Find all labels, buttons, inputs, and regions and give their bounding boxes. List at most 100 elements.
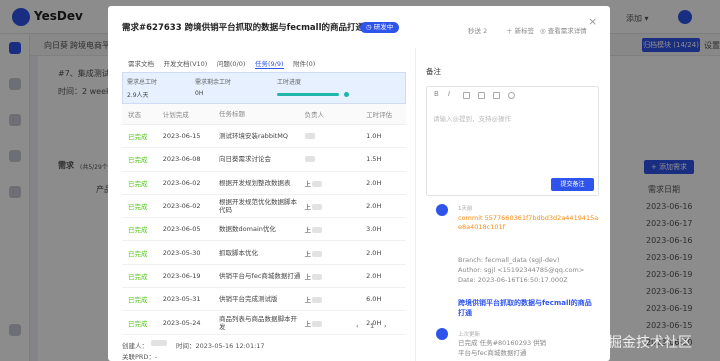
task-rows: 已完成 2023-06-15 测试环境安装rabbitMQ 1.0H 已完成 2023-0… xyxy=(122,124,406,335)
col-title: 任务标题 xyxy=(218,104,304,125)
task-hours: 2.0H xyxy=(365,240,406,265)
task-title[interactable]: 供销平台完成测试版 xyxy=(218,287,304,312)
bold-icon[interactable]: B xyxy=(434,90,441,98)
commit-branch: Branch: fecmall_data (sgjl-dev) xyxy=(458,256,560,264)
image-icon[interactable] xyxy=(493,92,500,99)
tab-dev-doc[interactable]: 开发文档(V10) xyxy=(164,58,208,68)
task-hours: 2.0H xyxy=(365,264,406,289)
task-title[interactable]: 数据数domain优化 xyxy=(218,217,304,242)
tab-attachments[interactable]: 附件(0) xyxy=(293,58,315,68)
task-status-text: 已完成 xyxy=(128,272,148,281)
task-plan-date-text: 2023-06-08 xyxy=(162,155,201,164)
prev-page-icon[interactable]: ‹ xyxy=(356,322,359,330)
task-owner-text: 上 xyxy=(304,272,311,281)
creator-avatar xyxy=(151,340,167,346)
quote-icon[interactable] xyxy=(478,92,485,99)
watermark: @稀土掘金技术社区 xyxy=(566,335,692,351)
task-hours-text: 6.0H xyxy=(366,295,382,304)
task-status: 已完成 xyxy=(122,194,162,219)
table-row[interactable]: 已完成 2023-05-30 抓取脚本优化 上 2.0H xyxy=(122,240,406,265)
task-title-text: 商品列表与商品数据脚本开发 xyxy=(219,314,298,331)
hours-summary: 需求总工时 2.9人天 需求剩余工时 0H 工时进度 xyxy=(122,72,406,104)
task-hours: 1.5H xyxy=(365,147,406,172)
detail-link[interactable]: ◎ 查看需求详情 xyxy=(540,25,587,35)
task-owner: 上 xyxy=(303,287,366,312)
task-plan-date: 2023-05-30 xyxy=(161,240,219,265)
table-row[interactable]: 已完成 2023-06-08 向日葵需求讨论会 1.5H xyxy=(122,147,406,172)
progress-bar xyxy=(277,93,339,96)
tab-tasks[interactable]: 任务(9/9) xyxy=(254,58,284,69)
status-badge[interactable]: ◷ 研发中 xyxy=(360,22,400,33)
task-table: 状态 计划完成 任务标题 负责人 工时评估 已完成 2023-06-15 测试环境安… xyxy=(122,104,406,335)
task-plan-date: 2023-06-15 xyxy=(161,124,219,149)
table-row[interactable]: 已完成 2023-06-15 测试环境安装rabbitMQ 1.0H xyxy=(122,124,406,149)
progress-label: 工时进度 xyxy=(277,79,302,86)
task-title[interactable]: 根据开发规范优化数据脚本代码 xyxy=(218,194,304,219)
task-plan-date-text: 2023-06-19 xyxy=(162,271,201,280)
task-hours-text: 1.0H xyxy=(366,132,382,141)
task-title[interactable]: 根据开发规划整改数据表 xyxy=(218,171,304,195)
tab-req-doc[interactable]: 需求文档 xyxy=(128,58,154,68)
task-plan-date-text: 2023-06-02 xyxy=(162,178,201,187)
task-status-text: 已完成 xyxy=(128,296,148,305)
task-title-text: 测试环境安装rabbitMQ xyxy=(219,132,289,141)
task-status: 已完成 xyxy=(122,171,162,195)
activity-text-2a: 已完成 任务#80160293 供销 xyxy=(458,339,547,347)
task-title[interactable]: 向日葵需求讨论会 xyxy=(218,147,304,172)
task-title[interactable]: 商品列表与商品数据脚本开发 xyxy=(218,310,304,335)
italic-icon[interactable]: I xyxy=(448,90,455,98)
task-hours-text: 2.0H xyxy=(366,248,382,257)
submit-note-button[interactable]: 提交备注 xyxy=(551,178,594,191)
requirement-link[interactable]: 跨境供销平台抓取的数据与fecmall的商品打通 xyxy=(458,298,598,318)
new-tag-label: 新标签 xyxy=(514,27,535,35)
task-status: 已完成 xyxy=(122,287,162,312)
task-plan-date-text: 2023-05-24 xyxy=(162,318,201,327)
page-number[interactable]: 1 xyxy=(370,322,374,330)
task-status: 已完成 xyxy=(122,240,162,265)
col-plan-date: 计划完成 xyxy=(161,104,219,125)
task-status: 已完成 xyxy=(122,310,162,335)
task-hours: 6.0H xyxy=(365,287,406,312)
task-hours-text: 2.0H xyxy=(366,202,382,211)
task-plan-date-text: 2023-06-15 xyxy=(162,132,201,141)
task-owner-text: 上 xyxy=(304,226,311,235)
task-status-text: 已完成 xyxy=(128,156,148,165)
modal-title: 需求#627633 跨境供销平台抓取的数据与fecmall的商品打通 xyxy=(122,23,364,33)
table-row[interactable]: 已完成 2023-05-31 供销平台完成测试版 上 6.0H xyxy=(122,287,406,312)
table-header: 状态 计划完成 任务标题 负责人 工时评估 xyxy=(122,104,406,125)
task-owner-text: 上 xyxy=(304,203,311,212)
status-badge-label: 研发中 xyxy=(373,23,394,31)
task-hours-text: 2.0H xyxy=(366,271,382,280)
task-plan-date-text: 2023-06-05 xyxy=(162,225,201,234)
link-icon[interactable] xyxy=(508,92,515,99)
task-title[interactable]: 抓取脚本优化 xyxy=(218,240,304,265)
table-row[interactable]: 已完成 2023-06-02 根据开发规划整改数据表 上 2.0H xyxy=(122,171,406,195)
activity-time-2: 上次更新 xyxy=(458,332,481,338)
table-row[interactable]: 已完成 2023-06-05 数据数domain优化 上 3.0H xyxy=(122,217,406,242)
table-row[interactable]: 已完成 2023-05-24 商品列表与商品数据脚本开发上 2.0H xyxy=(122,310,406,335)
task-hours-text: 2.0H xyxy=(366,178,382,187)
task-plan-date: 2023-05-31 xyxy=(161,287,219,312)
close-icon[interactable]: × xyxy=(588,15,597,28)
task-plan-date: 2023-06-02 xyxy=(161,171,219,195)
emoji-icon[interactable] xyxy=(463,92,470,99)
tab-issues[interactable]: 问题(0/0) xyxy=(217,58,246,68)
next-page-icon[interactable]: › xyxy=(384,322,387,330)
table-row[interactable]: 已完成 2023-06-19 供销平台与fec商城数据打通上 2.0H xyxy=(122,264,406,289)
new-tag-link[interactable]: ＋ 新标签 xyxy=(506,25,534,35)
owner-avatar xyxy=(311,180,322,187)
task-owner: 上 xyxy=(303,217,366,242)
created-time: 时间：2023-05-16 12:01:17 xyxy=(176,342,265,350)
task-owner-text: 上 xyxy=(304,296,311,305)
task-hours-text: 3.0H xyxy=(366,225,382,234)
commit-hash[interactable]: commit 5577660361f7bdbd3d2a4419415ae8a40… xyxy=(458,214,602,232)
task-title[interactable]: 供销平台与fec商城数据打通 xyxy=(218,264,304,289)
table-row[interactable]: 已完成 2023-06-02 根据开发规范优化数据脚本代码上 2.0H xyxy=(122,194,406,219)
task-status-text: 已完成 xyxy=(128,133,148,142)
task-hours-text: 1.5H xyxy=(366,155,382,164)
task-status: 已完成 xyxy=(122,124,162,149)
owner-avatar xyxy=(305,156,316,163)
task-title[interactable]: 测试环境安装rabbitMQ xyxy=(218,124,304,149)
creator-label: 创建人： xyxy=(122,342,148,350)
task-status: 已完成 xyxy=(122,264,162,289)
